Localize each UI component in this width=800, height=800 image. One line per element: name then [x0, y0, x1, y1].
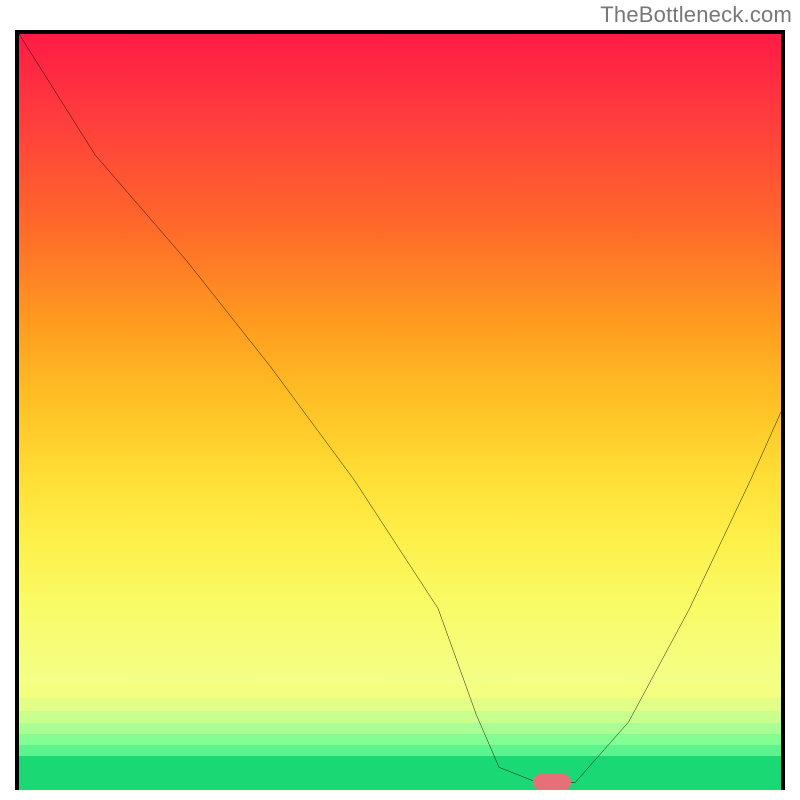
watermark-text: TheBottleneck.com: [600, 2, 792, 28]
plot-inner: [19, 34, 781, 790]
optimal-marker: [533, 774, 571, 790]
plot-frame: [15, 30, 785, 790]
chart-stage: TheBottleneck.com: [0, 0, 800, 800]
curve-svg: [19, 34, 781, 790]
bottleneck-curve: [19, 34, 781, 782]
